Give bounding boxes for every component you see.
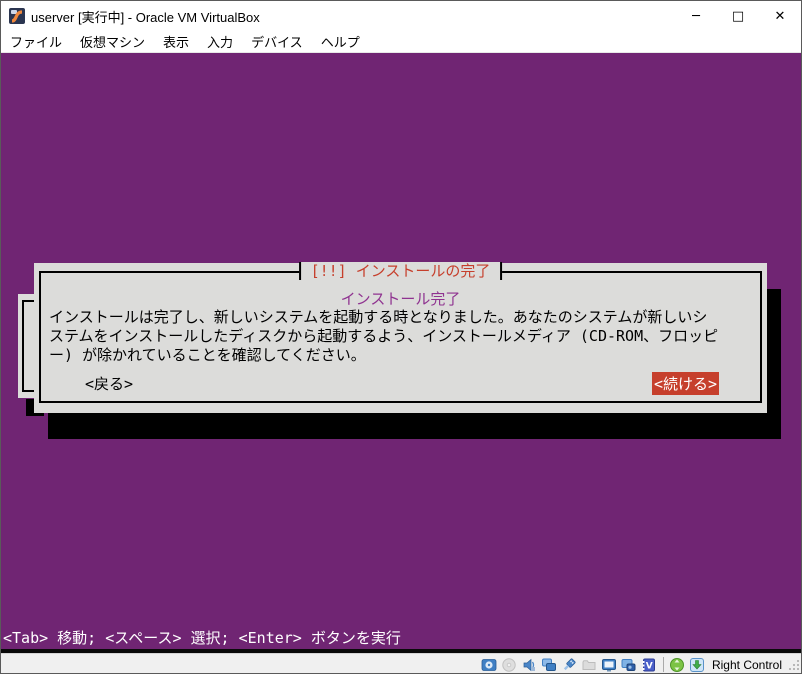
host-key-label: Right Control bbox=[711, 657, 782, 672]
keyboard-capture-icon[interactable] bbox=[689, 656, 706, 673]
installer-dialog: [!!] インストールの完了 インストール完了 インストールは完了し、新しいシス… bbox=[34, 262, 767, 413]
display-icon[interactable] bbox=[601, 656, 618, 673]
body-line: ステムをインストールしたディスクから起動するよう、インストールメディア (CD-… bbox=[49, 327, 719, 345]
dialog-heading: インストール完了 bbox=[340, 290, 461, 308]
recording-icon[interactable] bbox=[621, 656, 638, 673]
statusbar: V Right Control bbox=[1, 653, 801, 673]
hard-disks-icon[interactable] bbox=[481, 656, 498, 673]
menubar: ファイル 仮想マシン 表示 入力 デバイス ヘルプ bbox=[1, 31, 801, 53]
window-title: userver [実行中] - Oracle VM VirtualBox bbox=[31, 9, 260, 25]
resize-grip[interactable] bbox=[789, 659, 799, 670]
menu-file[interactable]: ファイル bbox=[1, 32, 71, 51]
usb-icon[interactable] bbox=[561, 656, 578, 673]
dialog-body-text: インストールは完了し、新しいシステムを起動する時となりました。あなたのシステムが… bbox=[49, 308, 755, 365]
network-icon[interactable] bbox=[541, 656, 558, 673]
dialog-title: [!!] インストールの完了 bbox=[298, 262, 503, 280]
virtualbox-vm-icon bbox=[9, 8, 25, 24]
body-line: インストールは完了し、新しいシステムを起動する時となりました。あなたのシステムが… bbox=[49, 308, 708, 326]
menu-input[interactable]: 入力 bbox=[198, 32, 242, 51]
shared-folders-icon[interactable] bbox=[581, 656, 598, 673]
virtualbox-window: userver [実行中] - Oracle VM VirtualBox ─ □… bbox=[0, 0, 802, 674]
continue-button[interactable]: <続ける> bbox=[652, 372, 720, 395]
optical-drives-icon[interactable] bbox=[501, 656, 518, 673]
console-help-line: <Tab> 移動; <スペース> 選択; <Enter> ボタンを実行 bbox=[3, 629, 401, 647]
audio-icon[interactable] bbox=[521, 656, 538, 673]
features-icon[interactable]: V bbox=[641, 656, 658, 673]
menu-machine[interactable]: 仮想マシン bbox=[71, 32, 154, 51]
background-dialog-border bbox=[22, 300, 34, 392]
mouse-integration-icon[interactable] bbox=[669, 656, 686, 673]
statusbar-separator bbox=[662, 657, 664, 672]
svg-text:V: V bbox=[646, 661, 653, 671]
close-button[interactable]: ✕ bbox=[759, 1, 801, 31]
vm-display[interactable]: [!!] インストールの完了 インストール完了 インストールは完了し、新しいシス… bbox=[1, 53, 801, 649]
back-button[interactable]: <戻る> bbox=[83, 372, 135, 395]
menu-view[interactable]: 表示 bbox=[154, 32, 198, 51]
titlebar: userver [実行中] - Oracle VM VirtualBox ─ □… bbox=[1, 1, 801, 31]
body-line: ー) が除かれていることを確認してください。 bbox=[49, 346, 366, 364]
menu-devices[interactable]: デバイス bbox=[242, 32, 312, 51]
minimize-button[interactable]: ─ bbox=[675, 1, 717, 31]
maximize-button[interactable]: □ bbox=[717, 1, 759, 31]
menu-help[interactable]: ヘルプ bbox=[312, 32, 369, 51]
